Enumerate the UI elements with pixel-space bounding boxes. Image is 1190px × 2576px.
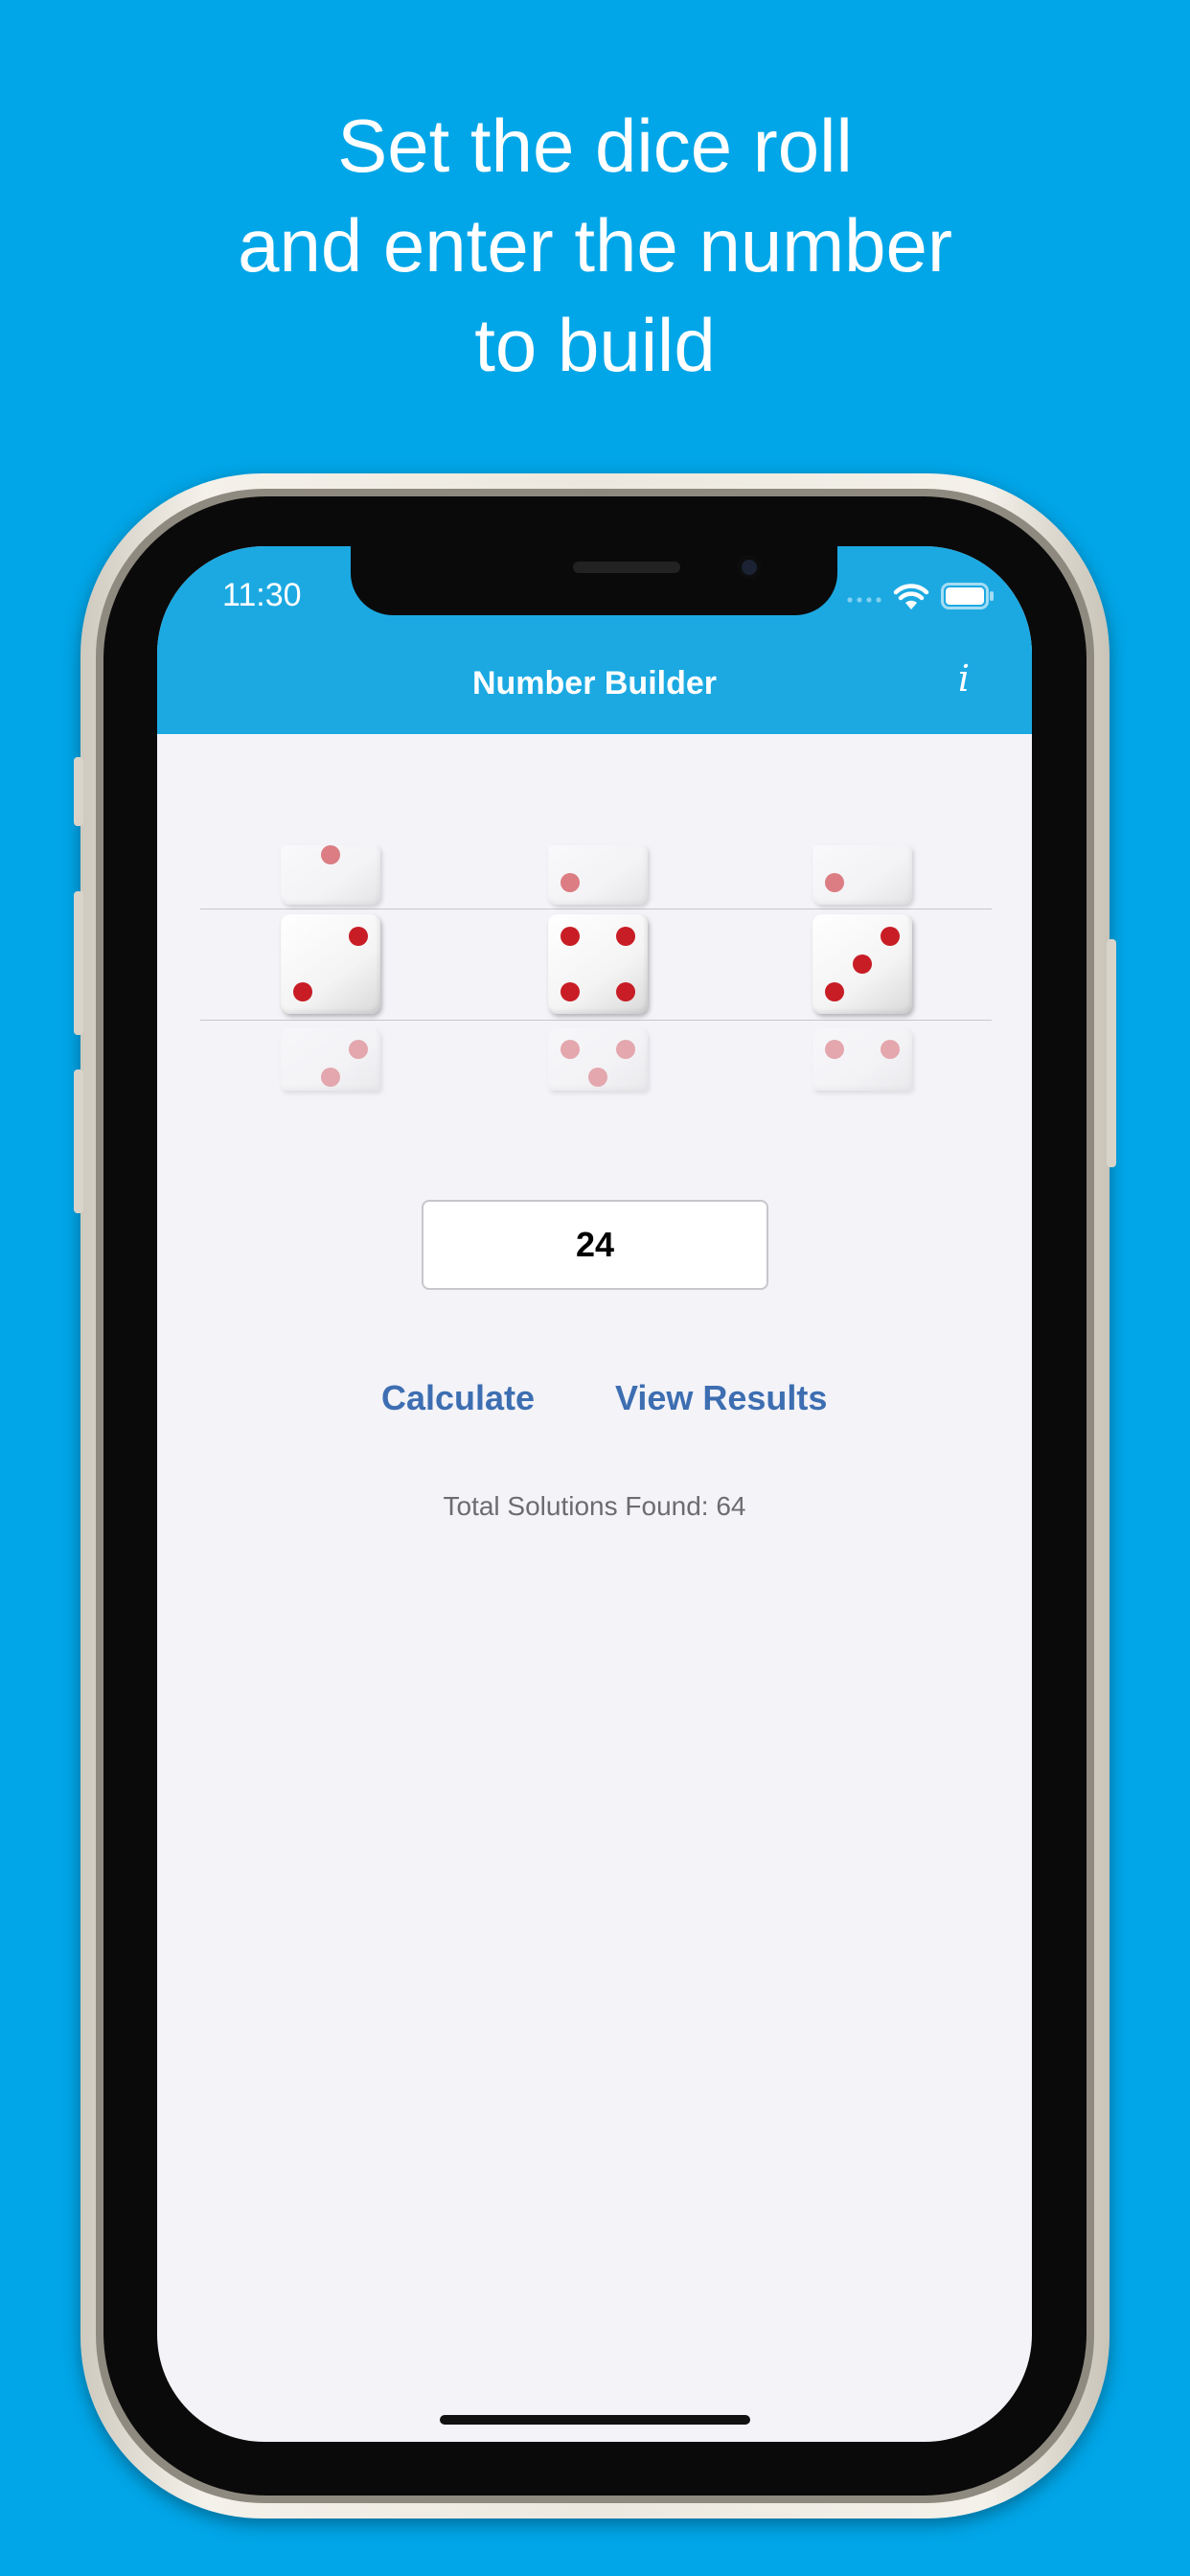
home-indicator[interactable] [440,2415,750,2425]
die-above-1 [281,845,380,905]
pip [881,926,901,946]
marketing-line-3: to build [474,303,716,387]
pip [588,1068,607,1087]
status-time: 11:30 [222,577,302,613]
volume-down-button [74,1070,83,1213]
picker-selection-top-line [200,908,992,909]
power-button [1107,939,1116,1167]
pip [824,873,844,893]
die-below-2 [548,1027,648,1091]
marketing-line-1: Set the dice roll [337,104,853,188]
pip [824,982,844,1002]
marketing-line-2: and enter the number [238,203,952,288]
pip [616,1039,636,1059]
pip [881,1039,901,1059]
die-selected-2[interactable] [548,914,648,1014]
target-number-input[interactable] [422,1200,768,1290]
pip [616,982,636,1002]
view-results-button[interactable]: View Results [615,1378,827,1418]
dice-picker[interactable] [200,824,992,1092]
app-screen: 11:30 Number Builder i 24 Calculate View… [157,546,1032,2442]
die-above-2 [548,845,648,905]
info-icon: i [957,657,971,700]
front-camera [738,556,761,579]
pip [560,1039,580,1059]
pip [349,926,369,946]
signal-icon [847,597,881,603]
pip [560,926,580,946]
pip [616,926,636,946]
solutions-summary: Total Solutions Found: 64 [443,1491,746,1521]
battery-icon [941,583,994,610]
marketing-headline: Set the dice roll and enter the number t… [0,96,1190,395]
notch [351,546,837,615]
speaker-grille [573,562,680,573]
mute-switch [74,757,83,826]
pip [853,954,872,974]
info-button[interactable]: i [945,657,983,705]
die-above-3 [812,845,912,905]
pip [349,1039,369,1059]
navigation-bar: 11:30 Number Builder i [157,546,1032,734]
die-selected-3[interactable] [812,914,912,1014]
wifi-icon [893,584,929,610]
calculate-button[interactable]: Calculate [381,1378,535,1418]
pip [321,845,340,864]
picker-selection-bottom-line [200,1020,992,1021]
pip [560,982,580,1002]
pip [292,982,312,1002]
die-below-3 [812,1027,912,1091]
die-selected-1[interactable] [281,914,380,1014]
page-title: Number Builder [471,665,718,702]
die-below-1 [281,1027,380,1091]
pip [560,873,580,893]
volume-up-button [74,891,83,1035]
pip [824,1039,844,1059]
pip [321,1068,340,1087]
